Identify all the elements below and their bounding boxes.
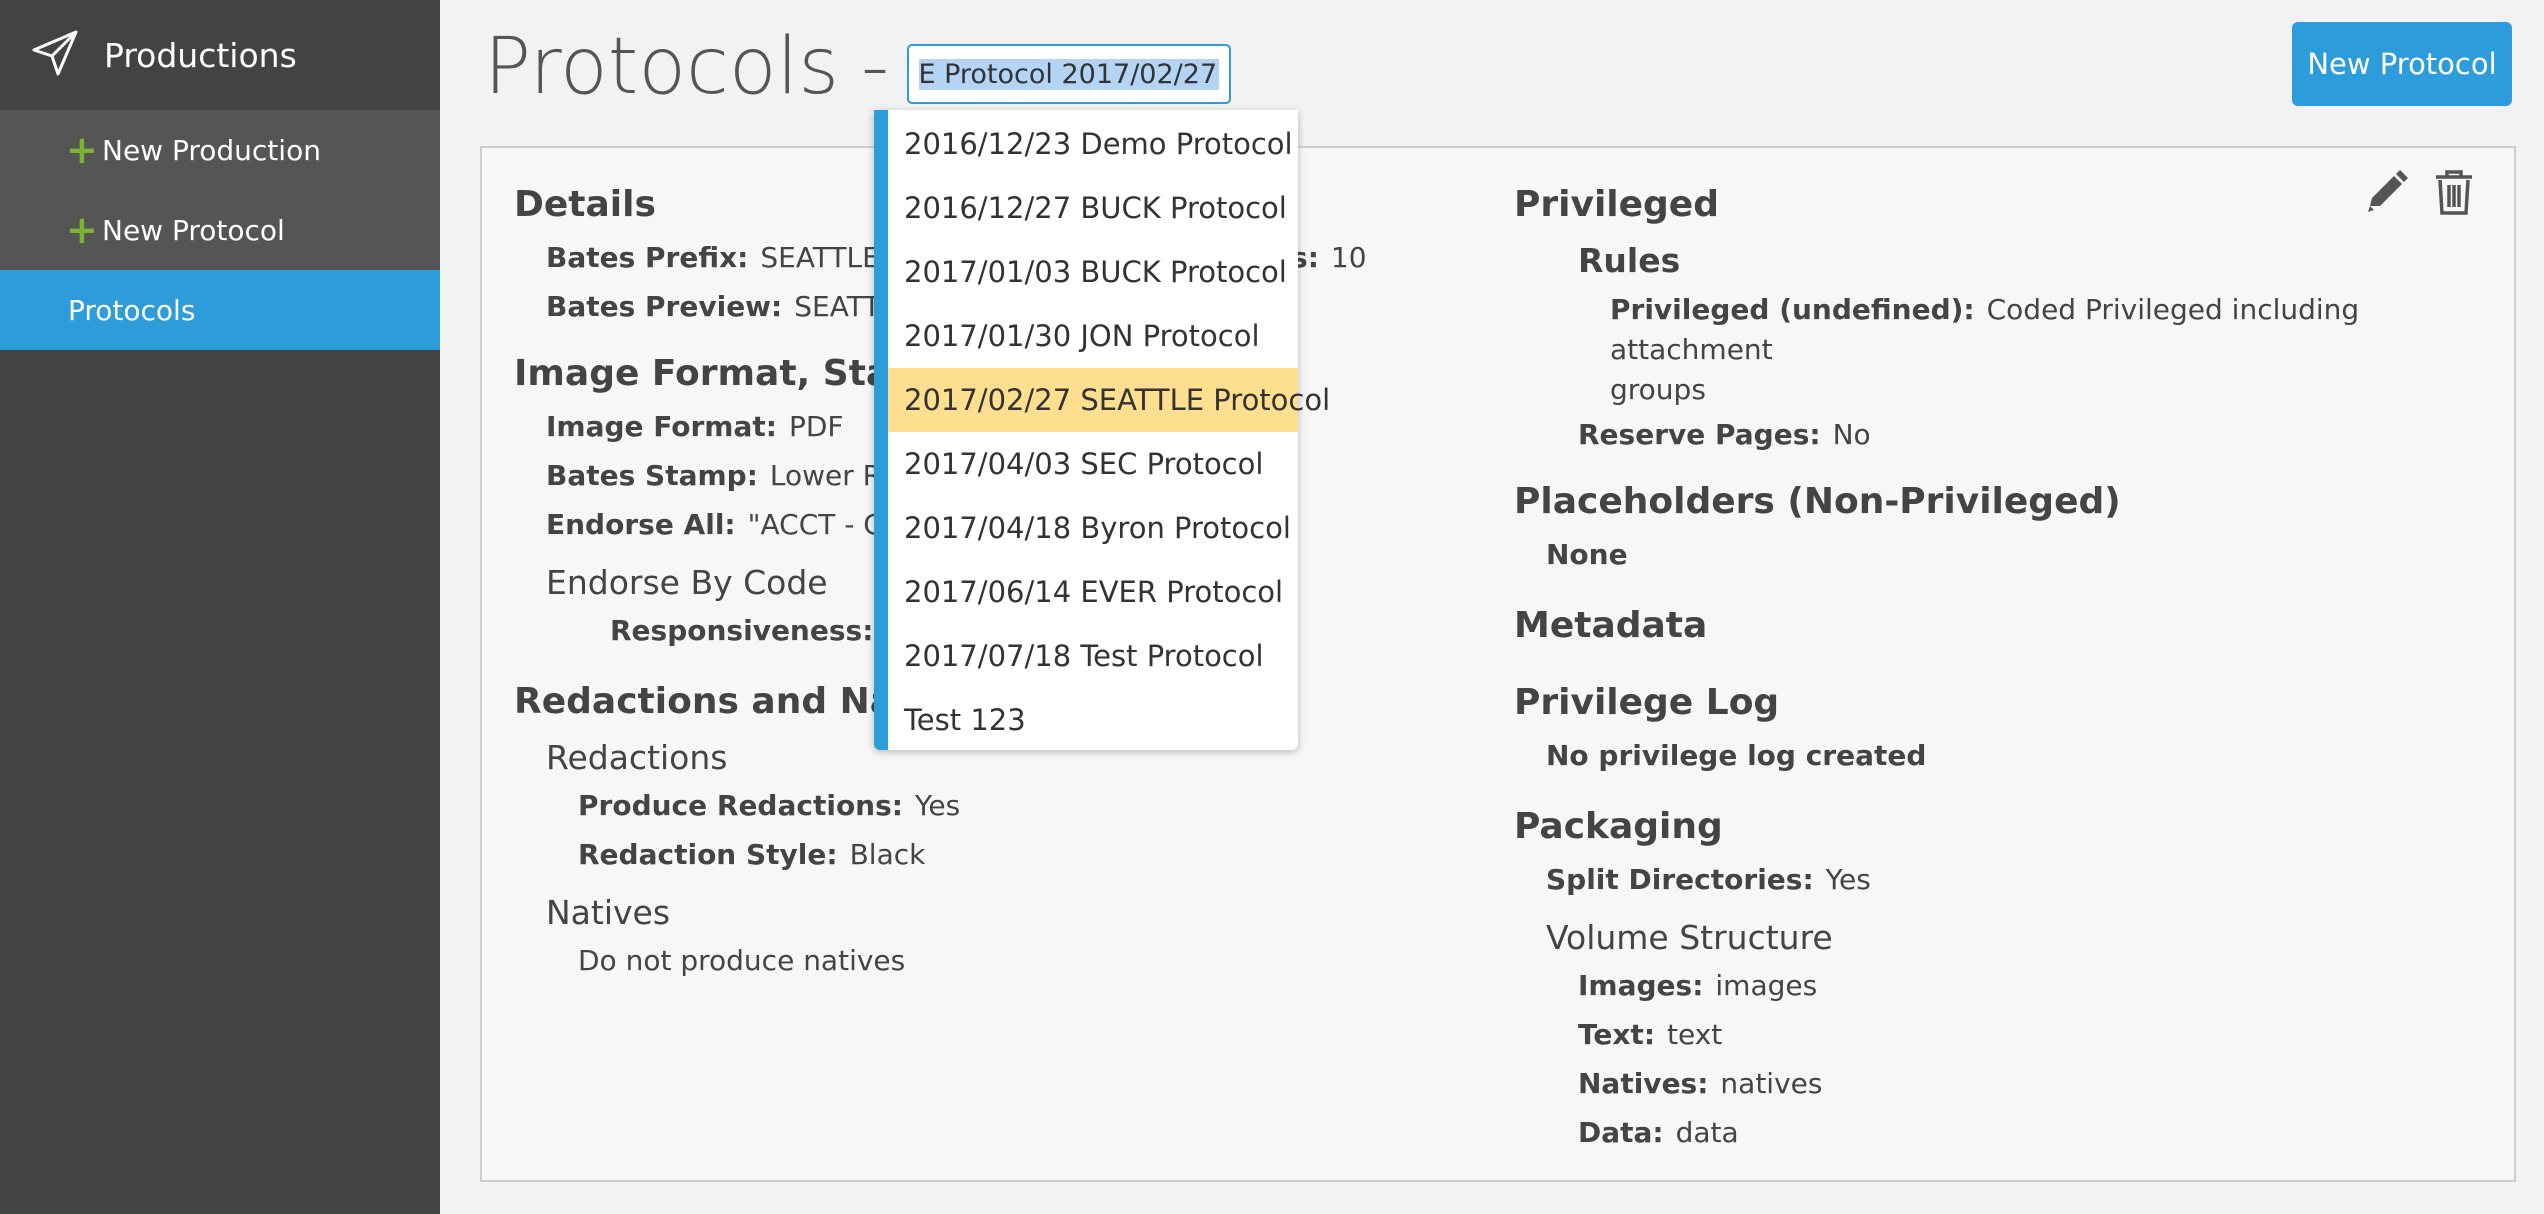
- placeholders-value: None: [1546, 538, 1628, 571]
- field-label: Natives:: [1578, 1067, 1709, 1100]
- new-protocol-button[interactable]: New Protocol: [2292, 22, 2512, 106]
- images-row: Images: images: [1514, 969, 2494, 1002]
- sidebar: Productions + New Production + New Proto…: [0, 0, 440, 1214]
- field-value-continued: groups: [1610, 373, 1706, 406]
- privileged-rule-row: Privileged (undefined): Coded Privileged …: [1514, 290, 2494, 410]
- sidebar-item-new-protocol[interactable]: + New Protocol: [0, 190, 440, 270]
- field-label: Produce Redactions:: [578, 789, 903, 822]
- dropdown-option[interactable]: 2017/01/30 JON Protocol: [888, 304, 1298, 368]
- natives-row: Natives: natives: [1514, 1067, 2494, 1100]
- field-label: Reserve Pages:: [1578, 418, 1821, 451]
- protocol-select-value: 2017/02/27 SEATTLE Protocol: [919, 58, 1220, 90]
- sidebar-title: Productions: [104, 35, 297, 75]
- dropdown-option[interactable]: 2017/06/14 EVER Protocol: [888, 560, 1298, 624]
- dropdown-option[interactable]: 2017/04/18 Byron Protocol: [888, 496, 1298, 560]
- field-label: Privileged (undefined):: [1610, 293, 1975, 326]
- field-value: data: [1675, 1116, 1739, 1149]
- field-value: Yes: [1825, 863, 1871, 896]
- sidebar-item-new-production[interactable]: + New Production: [0, 110, 440, 190]
- dropdown-option[interactable]: Test 123: [888, 688, 1298, 752]
- field-value: text: [1667, 1018, 1723, 1051]
- field-label: Responsiveness:: [610, 614, 874, 647]
- produce-redactions-row: Produce Redactions: Yes: [514, 789, 1494, 822]
- dropdown-option[interactable]: 2016/12/23 Demo Protocol: [888, 112, 1298, 176]
- field-value: PDF: [788, 410, 844, 443]
- redaction-style-row: Redaction Style: Black: [514, 838, 1494, 871]
- field-label: Data:: [1578, 1116, 1664, 1149]
- rules-heading: Rules: [1578, 241, 1681, 280]
- field-label: Bates Stamp:: [546, 459, 758, 492]
- page-title: Protocols: [484, 22, 839, 112]
- field-label: Bates Prefix:: [546, 241, 749, 274]
- field-label: Image Format:: [546, 410, 777, 443]
- privilege-log-value: No privilege log created: [1546, 739, 1927, 772]
- plus-icon: +: [66, 208, 98, 252]
- field-value: images: [1715, 969, 1818, 1002]
- dropdown-option[interactable]: 2017/07/18 Test Protocol: [888, 624, 1298, 688]
- sidebar-item-label: New Protocol: [102, 213, 285, 247]
- sidebar-header[interactable]: Productions: [0, 0, 440, 110]
- split-directories-row: Split Directories: Yes: [1514, 863, 2494, 896]
- dropdown-option[interactable]: 2017/04/03 SEC Protocol: [888, 432, 1298, 496]
- page-header: Protocols - 2017/02/27 SEATTLE Protocol: [484, 22, 1232, 112]
- sidebar-item-label: Protocols: [68, 293, 196, 327]
- packaging-heading: Packaging: [1514, 806, 1723, 847]
- sidebar-item-label: New Production: [102, 133, 321, 167]
- field-value: Yes: [914, 789, 961, 822]
- dropdown-option[interactable]: 2016/12/27 BUCK Protocol: [888, 176, 1298, 240]
- right-column: Privileged Rules Privileged (undefined):…: [1514, 184, 2494, 1165]
- field-value: natives: [1720, 1067, 1823, 1100]
- field-label: Endorse All:: [546, 508, 736, 541]
- privileged-heading: Privileged: [1514, 184, 1719, 225]
- natives-heading: Natives: [546, 893, 671, 932]
- field-label: Text:: [1578, 1018, 1656, 1051]
- placeholders-heading: Placeholders (Non-Privileged): [1514, 481, 2121, 522]
- data-row: Data: data: [1514, 1116, 2494, 1149]
- paper-plane-icon: [30, 28, 80, 82]
- protocol-dropdown: 2016/12/23 Demo Protocol 2016/12/27 BUCK…: [874, 110, 1330, 752]
- field-label: Redaction Style:: [578, 838, 838, 871]
- field-value: No: [1832, 418, 1871, 451]
- plus-icon: +: [66, 128, 98, 172]
- privilege-log-heading: Privilege Log: [1514, 682, 1780, 723]
- field-label: Split Directories:: [1546, 863, 1814, 896]
- field-value: SEATTLE: [760, 241, 880, 274]
- field-value: Black: [849, 838, 926, 871]
- volume-structure-heading: Volume Structure: [1546, 918, 1833, 957]
- natives-value: Do not produce natives: [578, 944, 906, 977]
- metadata-heading: Metadata: [1514, 605, 1708, 646]
- dropdown-option[interactable]: 2017/01/03 BUCK Protocol: [888, 240, 1298, 304]
- sidebar-item-protocols[interactable]: Protocols: [0, 270, 440, 350]
- field-value: 10: [1330, 241, 1367, 274]
- text-row: Text: text: [1514, 1018, 2494, 1051]
- reserve-pages-row: Reserve Pages: No: [1514, 418, 2494, 451]
- protocol-details-panel: Details Bates Prefix:SEATTLE gits:10 Bat…: [480, 146, 2516, 1182]
- protocol-select[interactable]: 2017/02/27 SEATTLE Protocol: [907, 44, 1232, 104]
- title-separator: -: [860, 22, 890, 112]
- field-label: Images:: [1578, 969, 1704, 1002]
- field-label: Bates Preview:: [546, 290, 783, 323]
- dropdown-option-selected[interactable]: 2017/02/27 SEATTLE Protocol: [888, 368, 1330, 432]
- sidebar-actions: + New Production + New Protocol: [0, 110, 440, 270]
